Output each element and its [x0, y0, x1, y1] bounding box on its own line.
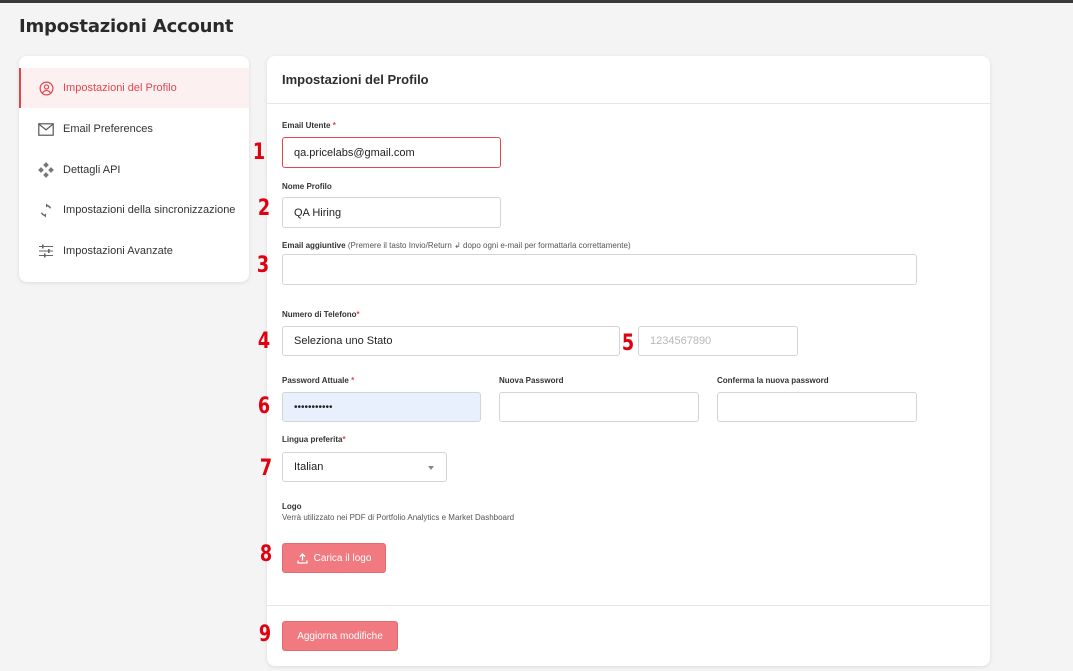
sidebar-item-label: Dettagli API [63, 164, 121, 176]
phone-number-field[interactable]: 1234567890 [638, 326, 798, 356]
country-select[interactable]: Seleziona uno Stato [282, 326, 620, 356]
upload-logo-label: Carica il logo [313, 552, 372, 564]
card-title: Impostazioni del Profilo [282, 72, 429, 87]
divider [267, 605, 990, 606]
upload-icon [296, 552, 308, 564]
sidebar-item-sync[interactable]: Impostazioni della sincronizzazione [19, 190, 249, 230]
required-mark: * [351, 376, 355, 385]
sliders-icon [38, 243, 54, 259]
new-password-field[interactable] [499, 392, 699, 422]
chevron-down-icon [428, 466, 434, 470]
phone-label: Numero di Telefono* [282, 310, 360, 319]
update-changes-label: Aggiorna modifiche [297, 630, 383, 642]
page-title: Impostazioni Account [19, 16, 234, 37]
email-field[interactable]: qa.pricelabs@gmail.com [282, 137, 501, 168]
update-changes-button[interactable]: Aggiorna modifiche [282, 621, 398, 651]
new-password-label: Nuova Password [499, 376, 564, 385]
profile-name-label: Nome Profilo [282, 182, 332, 191]
annotation-number: 3 [256, 253, 270, 278]
language-value: Italian [294, 461, 324, 473]
current-password-field[interactable]: ••••••••••• [282, 392, 481, 422]
profile-name-field[interactable]: QA Hiring [282, 197, 501, 228]
confirm-password-label: Conferma la nuova password [717, 376, 829, 385]
annotation-number: 5 [621, 331, 635, 356]
current-password-label: Password Attuale * [282, 376, 354, 385]
current-password-label-text: Password Attuale [282, 376, 349, 385]
sidebar-item-advanced[interactable]: Impostazioni Avanzate [19, 231, 249, 271]
annotation-number: 6 [257, 394, 271, 419]
required-mark: * [356, 310, 360, 319]
sync-icon [38, 202, 54, 218]
settings-sidebar: Impostazioni del Profilo Email Preferenc… [19, 56, 249, 282]
sidebar-item-email-preferences[interactable]: Email Preferences [19, 109, 249, 149]
annotation-number: 7 [259, 456, 273, 481]
language-label-text: Lingua preferita [282, 435, 343, 444]
divider [267, 103, 990, 104]
top-bar [0, 0, 1073, 3]
sidebar-item-label: Email Preferences [63, 123, 153, 135]
extra-emails-field[interactable] [282, 254, 917, 285]
extra-emails-label: Email aggiuntive (Premere il tasto Invio… [282, 241, 631, 250]
annotation-number: 4 [257, 329, 271, 354]
required-mark: * [332, 121, 336, 130]
phone-placeholder: 1234567890 [650, 335, 712, 347]
api-diamond-icon [38, 162, 54, 178]
sidebar-item-label: Impostazioni della sincronizzazione [63, 204, 236, 216]
annotation-number: 1 [252, 140, 266, 165]
logo-subtext: Verrà utilizzato nei PDF di Portfolio An… [282, 513, 515, 522]
sidebar-item-label: Impostazioni del Profilo [63, 82, 177, 94]
upload-logo-button[interactable]: Carica il logo [282, 543, 386, 573]
sidebar-item-label: Impostazioni Avanzate [63, 245, 173, 257]
current-password-value: ••••••••••• [294, 401, 333, 413]
mail-icon [38, 121, 54, 137]
language-label: Lingua preferita* [282, 435, 346, 444]
user-circle-icon [38, 80, 54, 96]
email-value: qa.pricelabs@gmail.com [294, 146, 415, 159]
extra-emails-label-text: Email aggiuntive [282, 241, 346, 250]
annotation-number: 8 [259, 542, 273, 567]
language-select[interactable]: Italian [282, 452, 447, 482]
phone-label-text: Numero di Telefono [282, 310, 357, 319]
confirm-password-field[interactable] [717, 392, 917, 422]
sidebar-item-api[interactable]: Dettagli API [19, 150, 249, 190]
country-select-value: Seleziona uno Stato [294, 335, 393, 347]
logo-label: Logo [282, 502, 302, 511]
email-label-text: Email Utente [282, 121, 331, 130]
annotation-number: 9 [258, 622, 272, 647]
sidebar-item-profile[interactable]: Impostazioni del Profilo [19, 68, 249, 108]
annotation-number: 2 [257, 196, 271, 221]
extra-emails-hint: (Premere il tasto Invio/Return ↲ dopo og… [347, 241, 631, 250]
email-label: Email Utente * [282, 121, 336, 130]
profile-settings-card: Impostazioni del Profilo Email Utente * … [267, 56, 990, 666]
profile-name-value: QA Hiring [294, 206, 342, 219]
required-mark: * [342, 435, 346, 444]
